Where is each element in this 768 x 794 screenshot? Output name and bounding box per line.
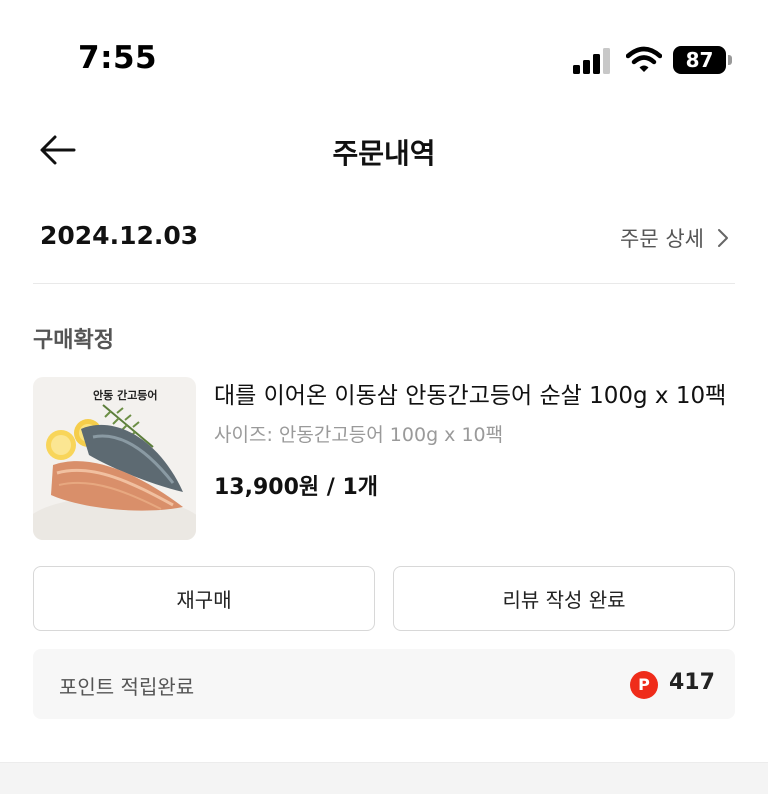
- points-label: 포인트 적립완료: [59, 675, 195, 699]
- product-price: 13,900원 / 1개: [214, 475, 379, 500]
- product-image[interactable]: 안동 간고등어: [33, 377, 196, 540]
- thumb-brand-text: 안동 간고등어: [93, 389, 158, 402]
- status-bar: 7:55 87: [0, 0, 768, 120]
- point-icon: P: [630, 671, 658, 699]
- order-detail-link[interactable]: 주문 상세: [620, 223, 730, 253]
- points-box: 포인트 적립완료 P 417: [33, 649, 735, 719]
- order-date: 2024.12.03: [40, 221, 199, 250]
- section-separator: [0, 762, 768, 794]
- points-value: 417: [669, 670, 715, 695]
- order-detail-label: 주문 상세: [620, 227, 704, 251]
- product-name[interactable]: 대를 이어온 이동삼 안동간고등어 순살 100g x 10팩: [214, 378, 744, 414]
- page-title: 주문내역: [332, 137, 436, 170]
- wifi-icon: [626, 46, 662, 72]
- chevron-right-icon: [718, 229, 728, 247]
- battery-icon: 87: [673, 46, 732, 74]
- divider: [33, 283, 735, 284]
- product-info: 대를 이어온 이동삼 안동간고등어 순살 100g x 10팩 사이즈: 안동간…: [214, 378, 744, 501]
- order-header: 2024.12.03 주문 상세: [40, 215, 730, 265]
- order-status: 구매확정: [33, 328, 114, 353]
- product-option: 사이즈: 안동간고등어 100g x 10팩: [214, 424, 504, 446]
- battery-level: 87: [673, 46, 726, 74]
- status-time: 7:55: [78, 40, 158, 76]
- cellular-signal-icon: [573, 48, 610, 74]
- review-complete-button[interactable]: 리뷰 작성 완료: [393, 566, 735, 631]
- nav-bar: 주문내역: [0, 120, 768, 180]
- rebuy-button[interactable]: 재구매: [33, 566, 375, 631]
